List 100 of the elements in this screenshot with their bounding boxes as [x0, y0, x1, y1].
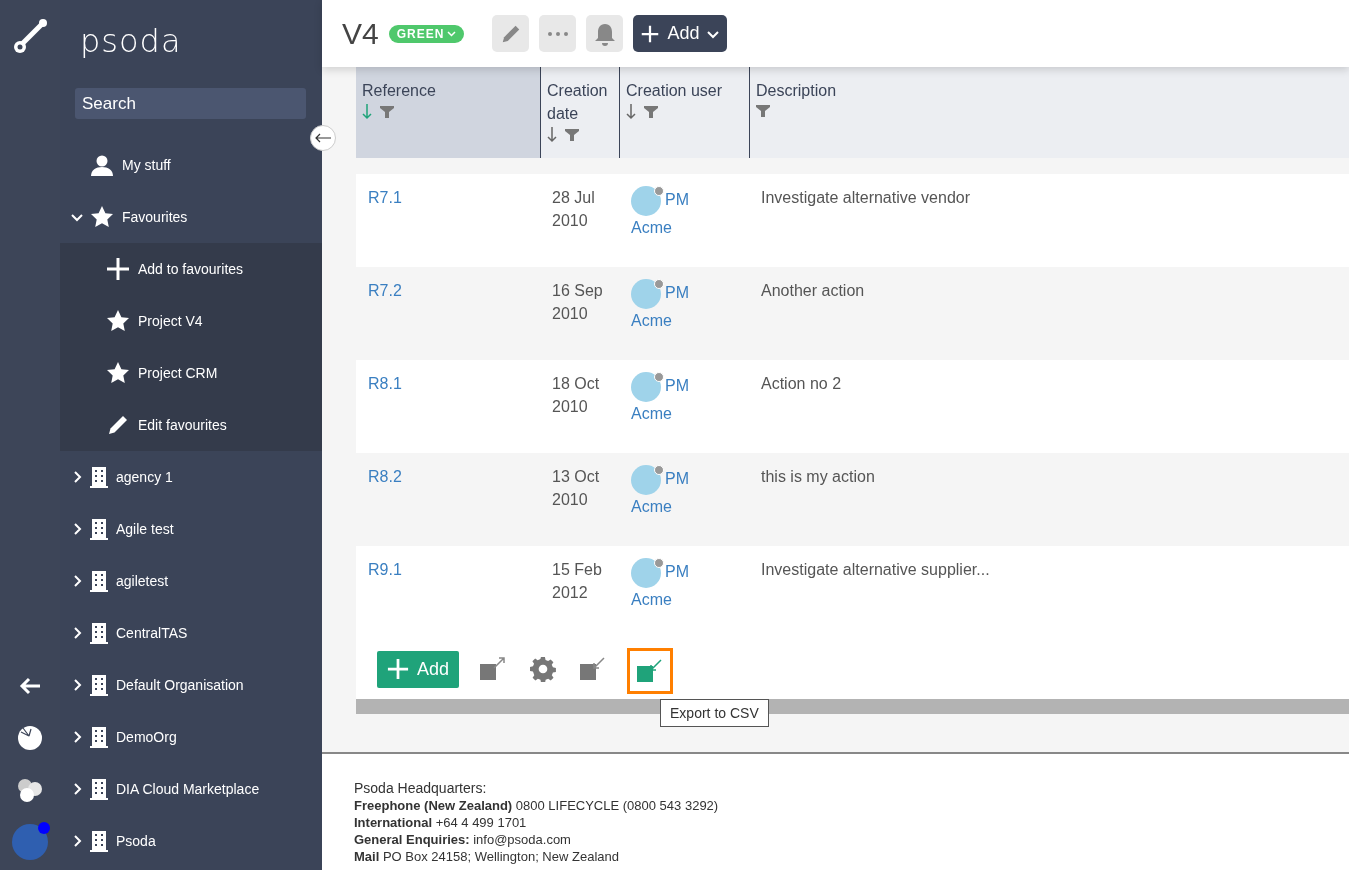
organisation-link[interactable]: Acme — [631, 402, 672, 425]
table-cell-text: 28 Jul 2010 — [551, 188, 596, 231]
footer-line: International +64 4 499 1701 — [354, 814, 528, 831]
chevron-right-icon — [71, 575, 83, 587]
more-icon — [547, 31, 568, 36]
star-icon — [106, 309, 130, 333]
table-cell-text: 16 Sep 2010 — [551, 281, 604, 324]
sidebar-item[interactable]: My stuff — [60, 139, 322, 191]
user-link[interactable]: PM — [665, 374, 689, 397]
pencil-icon — [106, 413, 130, 437]
circles-icon[interactable] — [16, 777, 44, 803]
reference-link[interactable]: R7.1 — [368, 189, 402, 206]
organisation-link[interactable]: Acme — [631, 309, 672, 332]
sidebar-item[interactable]: DIA Cloud Marketplace — [60, 763, 322, 815]
tooltip: Export to CSV — [660, 699, 769, 727]
table-cell-text: 18 Oct 2010 — [551, 374, 601, 417]
footer-line: Freephone (New Zealand) 0800 LIFECYCLE (0800 543 3292) — [354, 797, 720, 814]
sidebar-item[interactable]: DemoOrg — [60, 711, 322, 763]
bell-icon — [593, 21, 616, 46]
avatar — [631, 372, 661, 402]
filter-icon[interactable] — [756, 104, 770, 118]
sort-arrow-icon[interactable] — [626, 104, 636, 120]
column-header[interactable]: Creation date — [540, 67, 619, 158]
left-arrow-icon — [315, 133, 331, 143]
building-icon — [90, 518, 108, 540]
user-link[interactable]: PM — [665, 281, 689, 304]
sidebar-item[interactable]: Default Organisation — [60, 659, 322, 711]
organisation-link[interactable]: Acme — [631, 495, 672, 518]
chevron-right-icon — [71, 835, 83, 847]
star-icon — [106, 361, 130, 385]
sidebar-item[interactable]: Psoda — [60, 815, 322, 867]
table-cell-text: Investigate alternative vendor — [760, 188, 971, 208]
plus-icon — [387, 658, 409, 680]
user-icon — [90, 153, 114, 177]
sidebar-item[interactable]: agiletest — [60, 555, 322, 607]
building-icon — [90, 726, 108, 748]
edit-button[interactable] — [492, 15, 530, 52]
building-icon — [90, 466, 108, 488]
avatar — [631, 558, 661, 588]
footer-title: Psoda Headquarters: — [354, 780, 488, 797]
organisation-link[interactable]: Acme — [631, 588, 672, 611]
settings-icon — [530, 656, 557, 682]
chevron-right-icon — [71, 679, 83, 691]
reference-link[interactable]: R8.2 — [368, 468, 402, 485]
sidebar-item[interactable]: agency 1 — [60, 451, 322, 503]
chevron-right-icon — [71, 471, 83, 483]
sidebar-item[interactable]: Project V4 — [60, 295, 322, 347]
filter-icon[interactable] — [644, 105, 658, 119]
column-title: Creation date — [547, 81, 609, 124]
column-header[interactable]: Description — [749, 67, 1349, 158]
reference-link[interactable]: R8.1 — [368, 375, 402, 392]
add-dropdown-button[interactable]: Add — [633, 15, 728, 52]
logo[interactable]: psoda — [60, 0, 322, 86]
avatar — [631, 279, 661, 309]
reference-link[interactable]: R9.1 — [368, 561, 402, 578]
sidebar-item[interactable]: Favourites — [60, 191, 322, 243]
column-header[interactable]: Reference — [356, 67, 540, 158]
globe-icon[interactable] — [17, 725, 43, 751]
star-icon — [90, 205, 114, 229]
sidebar-item[interactable]: Agile test — [60, 503, 322, 555]
sort-arrow-icon[interactable] — [547, 127, 557, 143]
building-icon — [90, 778, 108, 800]
more-button[interactable] — [539, 15, 577, 52]
avatar — [631, 465, 661, 495]
plus-icon — [106, 257, 130, 281]
notifications-button[interactable] — [586, 15, 624, 52]
filter-icon[interactable] — [565, 128, 579, 142]
caret-icon — [447, 30, 457, 37]
chevron-right-icon — [71, 523, 83, 535]
table-cell-text: 15 Feb 2012 — [551, 560, 603, 603]
chevron-right-icon — [71, 783, 83, 795]
table-cell-text: Another action — [760, 281, 866, 301]
table-cell-text: Action no 2 — [760, 374, 843, 394]
collapse-button[interactable] — [310, 125, 336, 151]
sidebar-item[interactable]: Edit favourites — [60, 399, 322, 451]
reference-link[interactable]: R7.2 — [368, 282, 402, 299]
user-link[interactable]: PM — [665, 188, 689, 211]
chevron-right-icon — [71, 627, 83, 639]
building-icon — [90, 830, 108, 852]
search-field[interactable]: Search — [75, 88, 306, 119]
building-icon — [90, 622, 108, 644]
user-link[interactable]: PM — [665, 467, 689, 490]
organisation-link[interactable]: Acme — [631, 216, 672, 239]
page-title: V4 — [342, 16, 379, 51]
column-title: Reference — [362, 81, 437, 101]
chevron-down-icon — [71, 211, 83, 223]
back-arrow-icon[interactable] — [19, 677, 41, 695]
footer-line: General Enquiries: info@psoda.com — [354, 831, 572, 848]
sidebar-item[interactable]: Project CRM — [60, 347, 322, 399]
plus-icon — [641, 24, 660, 43]
table-cell-text: 13 Oct 2010 — [551, 467, 601, 510]
chevron-right-icon — [71, 731, 83, 743]
user-link[interactable]: PM — [665, 560, 689, 583]
sidebar-item[interactable]: CentralTAS — [60, 607, 322, 659]
column-title: Description — [756, 81, 838, 101]
column-title: Creation user — [626, 81, 724, 101]
column-header[interactable]: Creation user — [619, 67, 749, 158]
table-cell-text: this is my action — [760, 467, 876, 487]
filter-icon[interactable] — [380, 105, 394, 119]
sidebar-item[interactable]: Add to favourites — [60, 243, 322, 295]
